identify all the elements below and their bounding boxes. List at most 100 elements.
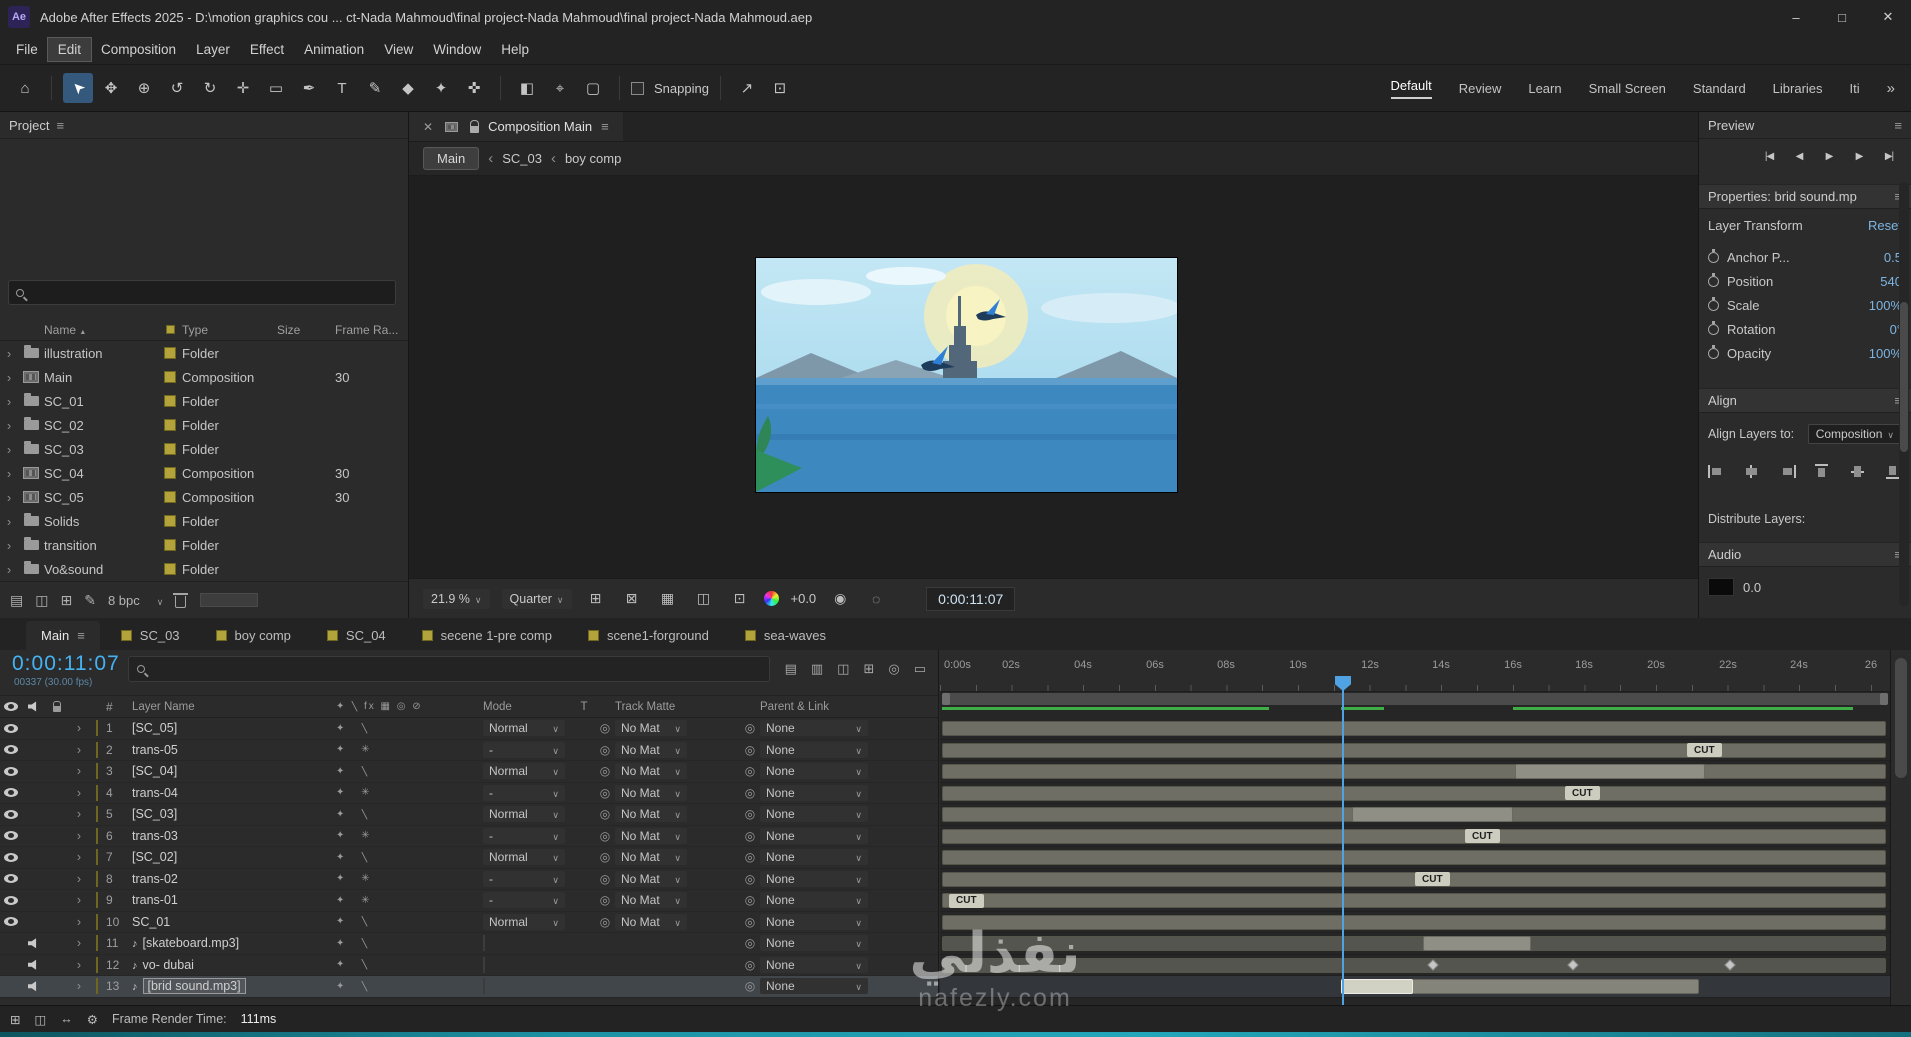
property-value[interactable]: 100% [1869,346,1902,361]
align-left-icon[interactable] [1708,464,1725,479]
label-chip[interactable] [164,443,176,455]
label-chip[interactable] [164,395,176,407]
matte-pickwhip-icon[interactable] [595,807,615,821]
toggle-switches-icon[interactable]: ◫ [34,1012,46,1027]
layer-switches[interactable]: ✦ ╲ [328,938,483,949]
pen-tool-icon[interactable]: ✒ [294,73,324,103]
layer-switches[interactable]: ✦ ✳ [328,787,483,798]
align-header[interactable]: Align [1699,388,1911,413]
graph-row[interactable] [940,761,1890,783]
layer-name[interactable]: trans-02 [128,872,328,886]
expand-chevron-icon[interactable] [0,514,18,529]
cut-marker[interactable]: CUT [1687,743,1722,757]
matte-select[interactable]: No Mat [615,870,695,887]
layer-switches[interactable]: ✦ ✳ [328,830,483,841]
selected-layer-bar[interactable] [1341,979,1413,994]
motion-blur-icon[interactable]: ◎ [888,661,899,677]
align-top-icon[interactable] [1814,464,1831,479]
parent-pickwhip-icon[interactable] [740,915,760,929]
mode-select[interactable]: - [483,827,573,844]
visibility-toggle[interactable] [0,895,22,905]
rulers-icon[interactable]: ⊡ [728,590,752,607]
project-bpc[interactable]: 8 bpc [108,593,140,608]
last-frame-button[interactable]: ▶| [1876,145,1902,167]
layer-switches[interactable]: ✦ ╲ [328,916,483,927]
label-chip-cell[interactable] [88,806,106,823]
expand-chevron-icon[interactable] [70,936,88,950]
type-tool-icon[interactable]: T [327,73,357,103]
maximize-button[interactable]: □ [1819,0,1865,34]
expand-chevron-icon[interactable] [0,418,18,433]
expand-chevron-icon[interactable] [0,394,18,409]
layer-bar[interactable] [942,785,1886,801]
layer-bar[interactable] [942,893,1886,908]
label-chip-cell[interactable] [88,849,106,866]
graph-row[interactable] [940,718,1890,740]
layer-bar[interactable] [942,721,1886,736]
composition-canvas[interactable] [756,258,1177,492]
timeline-tab-main[interactable]: Main [26,621,100,650]
matte-pickwhip-icon[interactable] [595,893,615,907]
matte-pickwhip-icon[interactable] [595,764,615,778]
label-chip-cell[interactable] [88,892,106,909]
graph-row[interactable]: CUT [940,890,1890,912]
puppet-tool-icon[interactable]: ✜ [459,73,489,103]
timeline-tab-sc03[interactable]: SC_03 [106,621,195,650]
timeline-layer-row[interactable]: 4trans-04✦ ✳-No MatNone [0,782,938,804]
workspace-small-screen[interactable]: Small Screen [1589,81,1666,96]
label-chip[interactable] [164,491,176,503]
view-axis-icon[interactable]: ▢ [578,73,608,103]
composition-tab[interactable]: Composition Main [409,112,623,141]
lock-icon[interactable] [470,119,480,133]
zoom-tool-icon[interactable]: ⊕ [129,73,159,103]
adjust-icon[interactable]: ✎ [84,592,96,609]
parent-pickwhip-icon[interactable] [740,872,760,886]
workspace-default[interactable]: Default [1390,78,1432,99]
stopwatch-icon[interactable] [1708,273,1719,287]
project-row[interactable]: transitionFolder [0,533,408,557]
menu-composition[interactable]: Composition [91,38,186,61]
col-size[interactable]: Size [277,323,335,337]
align-h-center-icon[interactable] [1743,464,1760,479]
parent-select[interactable]: None [760,849,938,866]
settings-icon[interactable]: ⚙ [87,1012,98,1027]
expand-chevron-icon[interactable] [70,786,88,800]
parent-select[interactable]: None [760,892,938,909]
visibility-toggle[interactable] [0,788,22,798]
timeline-layer-row[interactable]: 7[SC_02]✦ ╲NormalNo MatNone [0,847,938,869]
layer-name[interactable]: [SC_05] [128,721,328,735]
channel-color-icon[interactable] [763,591,779,606]
project-row[interactable]: SC_01Folder [0,389,408,413]
label-chip[interactable] [164,371,176,383]
matte-select[interactable]: No Mat [615,913,695,930]
layer-name[interactable]: vo- dubai [128,958,328,972]
menu-window[interactable]: Window [423,38,491,61]
layer-bar[interactable] [942,936,1886,951]
label-chip-cell[interactable] [88,956,106,973]
current-timecode[interactable]: 0:00:11:07 [12,652,120,676]
matte-select[interactable]: No Mat [615,827,695,844]
panel-menu-icon[interactable] [1894,118,1902,133]
expand-chevron-icon[interactable] [70,893,88,907]
graph-row[interactable] [940,804,1890,826]
cut-marker[interactable]: CUT [1465,829,1500,843]
roto-brush-tool-icon[interactable]: ✦ [426,73,456,103]
parent-select[interactable]: None [760,763,938,780]
exposure-value[interactable]: +0.0 [791,591,817,606]
timeline-search-input[interactable] [151,662,761,676]
selection-tool-icon[interactable]: ➤ [63,73,93,103]
matte-select[interactable]: No Mat [615,720,695,737]
menu-edit[interactable]: Edit [46,36,93,62]
visibility-toggle[interactable] [0,809,22,819]
cut-marker[interactable]: CUT [949,893,984,908]
timeline-layer-row[interactable]: 9trans-01✦ ✳-No MatNone [0,890,938,912]
label-chip-cell[interactable] [88,720,106,737]
visibility-toggle[interactable] [0,745,22,755]
col-layer-name[interactable]: Layer Name [128,701,328,713]
expand-chevron-icon[interactable] [0,346,18,361]
timeline-layer-row[interactable]: 3[SC_04]✦ ╲NormalNo MatNone [0,761,938,783]
local-axis-icon[interactable]: ⌖ [545,73,575,103]
align-v-center-icon[interactable] [1850,464,1867,479]
mode-select[interactable]: - [483,870,573,887]
parent-select[interactable]: None [760,741,938,758]
